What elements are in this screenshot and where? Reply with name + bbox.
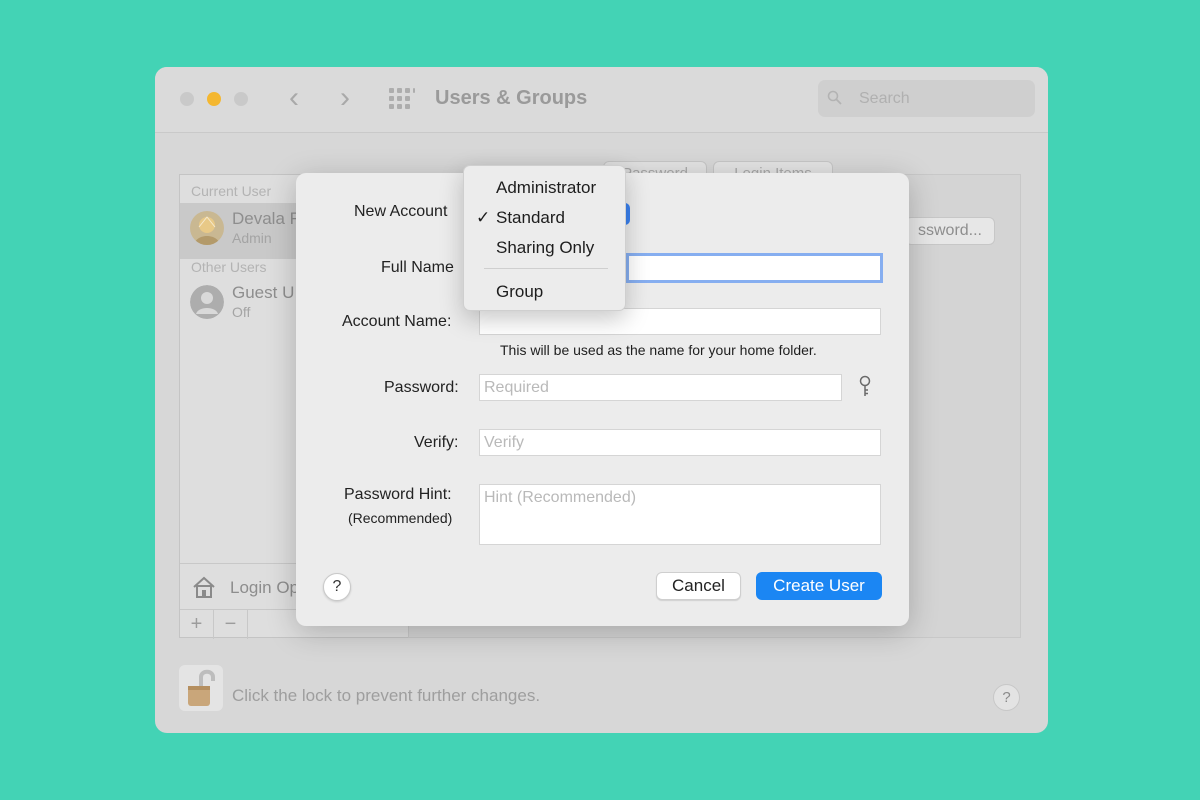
search-placeholder: Search xyxy=(859,90,910,107)
footer-help-button[interactable]: ? xyxy=(993,684,1020,711)
full-name-field[interactable] xyxy=(626,253,883,283)
close-window-button[interactable] xyxy=(180,92,194,106)
verify-label: Verify: xyxy=(414,434,459,451)
menu-item-group[interactable]: Group xyxy=(464,278,625,306)
account-name-label: Account Name: xyxy=(342,313,452,330)
verify-field[interactable]: Verify xyxy=(479,429,881,456)
user-role: Admin xyxy=(232,230,272,246)
menu-item-standard[interactable]: ✓ Standard xyxy=(464,204,625,232)
title-bar: ‹ › Users & Groups Search xyxy=(155,67,1048,133)
password-label: Password: xyxy=(384,379,459,396)
menu-separator xyxy=(484,268,608,269)
cancel-button[interactable]: Cancel xyxy=(656,572,741,600)
full-name-label: Full Name xyxy=(381,259,454,276)
menu-item-label: Standard xyxy=(496,208,565,227)
chevron-left-icon[interactable]: ‹ xyxy=(289,83,299,113)
guest-avatar-icon xyxy=(190,285,224,319)
password-hint-label: Password Hint: xyxy=(344,486,452,503)
minimize-window-button[interactable] xyxy=(207,92,221,106)
user-avatar xyxy=(190,211,224,245)
create-user-button[interactable]: Create User xyxy=(756,572,882,600)
current-user-header: Current User xyxy=(191,183,272,199)
account-name-note: This will be used as the name for your h… xyxy=(500,342,817,358)
menu-item-sharing-only[interactable]: Sharing Only xyxy=(464,234,625,262)
other-users-header: Other Users xyxy=(191,259,267,275)
menu-item-label: Sharing Only xyxy=(496,238,595,257)
search-field[interactable]: Search xyxy=(818,80,1035,117)
checkmark-icon: ✓ xyxy=(476,208,491,227)
remove-user-button[interactable]: − xyxy=(214,610,248,639)
show-all-grid-icon[interactable] xyxy=(389,88,415,110)
password-hint-field[interactable]: Hint (Recommended) xyxy=(479,484,881,545)
zoom-window-button[interactable] xyxy=(234,92,248,106)
user-name: Guest U xyxy=(232,283,295,302)
lock-open-icon[interactable] xyxy=(179,665,223,711)
change-password-button[interactable]: ssword... xyxy=(905,217,995,245)
menu-item-administrator[interactable]: Administrator xyxy=(464,174,625,202)
new-account-label: New Account xyxy=(354,203,448,220)
lock-status-text: Click the lock to prevent further change… xyxy=(232,686,541,705)
add-user-button[interactable]: + xyxy=(180,610,214,639)
help-button[interactable]: ? xyxy=(323,573,351,601)
user-name: Devala R xyxy=(232,209,302,228)
house-icon xyxy=(193,576,215,598)
chevron-right-icon[interactable]: › xyxy=(340,83,350,113)
account-type-menu: Administrator ✓ Standard Sharing Only Gr… xyxy=(463,165,626,311)
window-title: Users & Groups xyxy=(435,87,588,109)
password-hint-sublabel: (Recommended) xyxy=(348,510,453,526)
search-icon xyxy=(827,90,842,105)
key-icon[interactable] xyxy=(857,375,873,399)
account-name-field[interactable] xyxy=(479,308,881,335)
login-options-label: Login Op xyxy=(230,578,299,597)
menu-item-label: Group xyxy=(496,282,544,301)
menu-item-label: Administrator xyxy=(496,178,597,197)
password-field[interactable]: Required xyxy=(479,374,842,401)
user-role: Off xyxy=(232,304,251,320)
